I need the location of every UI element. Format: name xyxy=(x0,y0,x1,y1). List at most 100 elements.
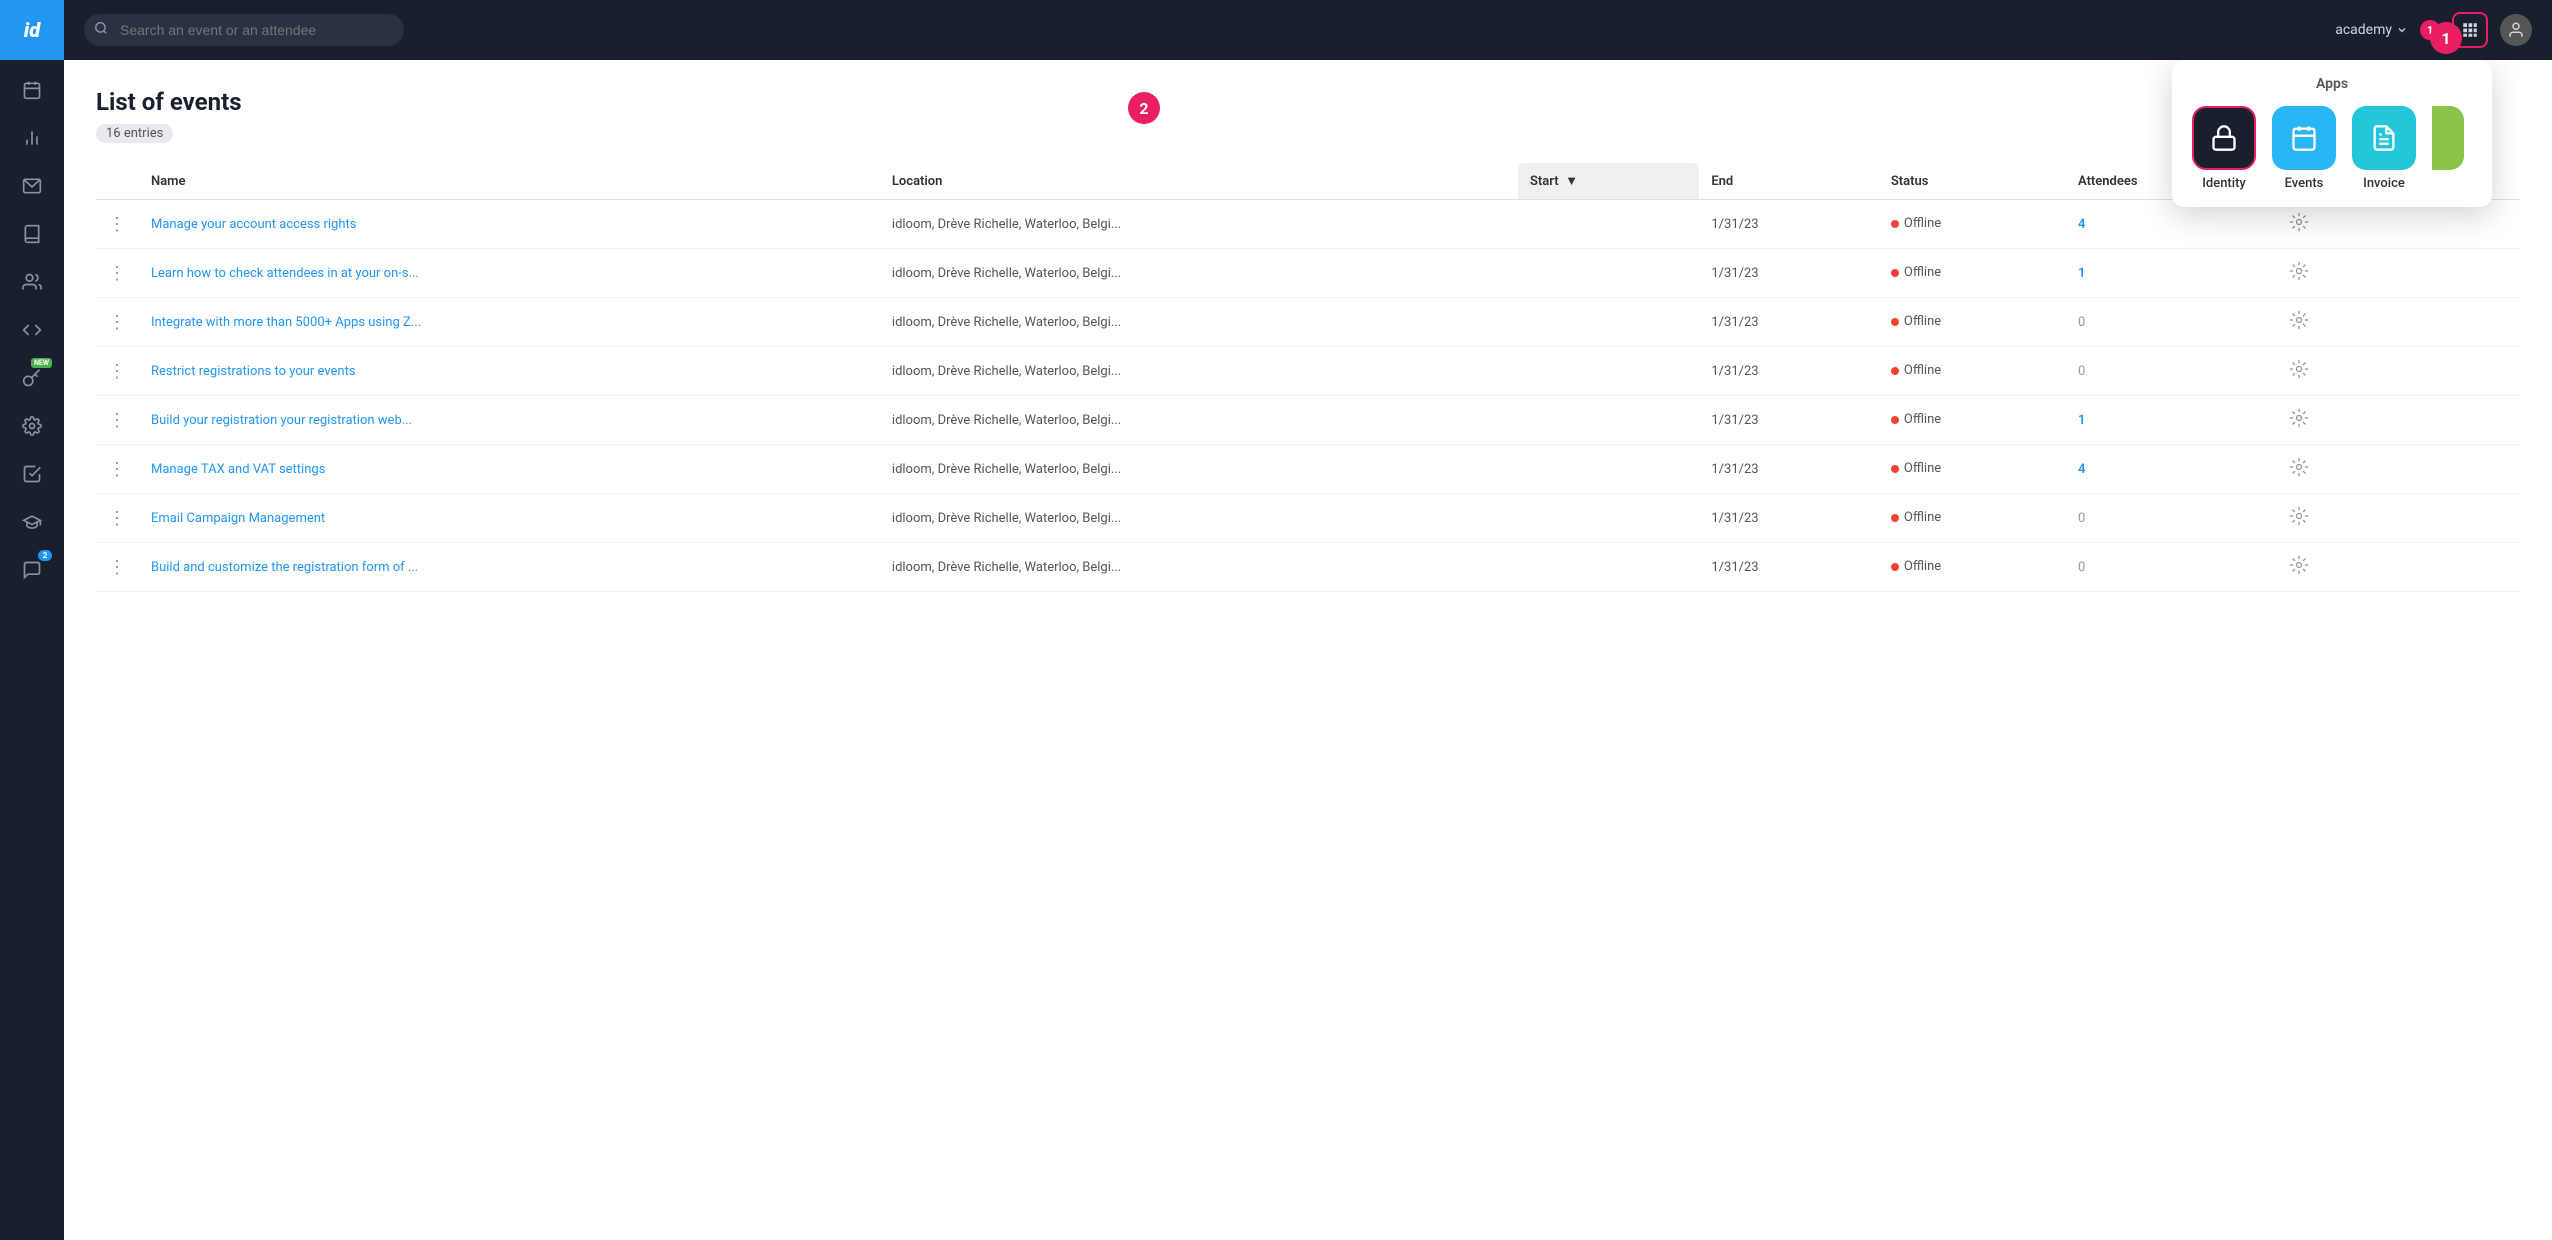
row-name-7[interactable]: Build and customize the registration for… xyxy=(139,543,880,592)
status-dot-3 xyxy=(1891,367,1899,375)
sidebar-item-graduate[interactable] xyxy=(10,500,54,544)
row-menu-7[interactable]: ⋮ xyxy=(96,543,139,592)
table-row: ⋮ Manage your account access rights idlo… xyxy=(96,200,2520,249)
page-title: List of events xyxy=(96,88,2520,116)
invoice-app-label: Invoice xyxy=(2363,176,2405,191)
status-dot-4 xyxy=(1891,416,1899,424)
status-dot-0 xyxy=(1891,220,1899,228)
sidebar-item-book[interactable] xyxy=(10,212,54,256)
sidebar-item-chat[interactable]: 2 xyxy=(10,548,54,592)
row-status-7: Offline xyxy=(1879,543,2066,592)
sidebar-item-key[interactable]: NEW xyxy=(10,356,54,400)
user-avatar[interactable] xyxy=(2500,14,2532,46)
row-status-0: Offline xyxy=(1879,200,2066,249)
sidebar-item-check[interactable] xyxy=(10,452,54,496)
sidebar-item-users[interactable] xyxy=(10,260,54,304)
row-menu-2[interactable]: ⋮ xyxy=(96,298,139,347)
row-more-6[interactable] xyxy=(2277,494,2520,543)
row-status-6: Offline xyxy=(1879,494,2066,543)
table-row: ⋮ Restrict registrations to your events … xyxy=(96,347,2520,396)
row-end-3: 1/31/23 xyxy=(1699,347,1879,396)
row-attendees-1: 1 xyxy=(2066,249,2277,298)
row-end-2: 1/31/23 xyxy=(1699,298,1879,347)
row-more-1[interactable] xyxy=(2277,249,2520,298)
row-menu-4[interactable]: ⋮ xyxy=(96,396,139,445)
row-name-1[interactable]: Learn how to check attendees in at your … xyxy=(139,249,880,298)
row-attendees-7: 0 xyxy=(2066,543,2277,592)
row-menu-1[interactable]: ⋮ xyxy=(96,249,139,298)
table-row: ⋮ Integrate with more than 5000+ Apps us… xyxy=(96,298,2520,347)
table-row: ⋮ Email Campaign Management idloom, Drèv… xyxy=(96,494,2520,543)
row-start-0 xyxy=(1518,200,1699,249)
sidebar: id NEW xyxy=(0,0,64,1240)
status-dot-2 xyxy=(1891,318,1899,326)
row-more-4[interactable] xyxy=(2277,396,2520,445)
row-more-7[interactable] xyxy=(2277,543,2520,592)
col-end: End xyxy=(1699,163,1879,200)
row-more-5[interactable] xyxy=(2277,445,2520,494)
app-item-invoice[interactable]: Invoice xyxy=(2352,106,2416,191)
account-selector[interactable]: academy xyxy=(2335,22,2408,38)
row-name-6[interactable]: Email Campaign Management xyxy=(139,494,880,543)
sidebar-item-calendar[interactable] xyxy=(10,68,54,112)
row-location-7: idloom, Drève Richelle, Waterloo, Belgi.… xyxy=(880,543,1518,592)
row-end-1: 1/31/23 xyxy=(1699,249,1879,298)
sidebar-item-settings[interactable] xyxy=(10,404,54,448)
events-table: Name Location Start ▼ End Status Attende… xyxy=(96,163,2520,592)
row-end-0: 1/31/23 xyxy=(1699,200,1879,249)
table-row: ⋮ Manage TAX and VAT settings idloom, Dr… xyxy=(96,445,2520,494)
row-name-0[interactable]: Manage your account access rights xyxy=(139,200,880,249)
chat-badge: 2 xyxy=(38,550,52,561)
row-location-0: idloom, Drève Richelle, Waterloo, Belgi.… xyxy=(880,200,1518,249)
table-row: ⋮ Build and customize the registration f… xyxy=(96,543,2520,592)
status-label-7: Offline xyxy=(1904,559,1941,574)
row-status-5: Offline xyxy=(1879,445,2066,494)
entries-badge: 16 entries xyxy=(96,124,173,143)
app-item-events[interactable]: Events xyxy=(2272,106,2336,191)
app-item-identity[interactable]: Identity xyxy=(2192,106,2256,191)
status-dot-7 xyxy=(1891,563,1899,571)
row-status-2: Offline xyxy=(1879,298,2066,347)
app-logo[interactable]: id xyxy=(0,0,64,60)
row-menu-6[interactable]: ⋮ xyxy=(96,494,139,543)
row-end-6: 1/31/23 xyxy=(1699,494,1879,543)
col-location: Location xyxy=(880,163,1518,200)
row-start-4 xyxy=(1518,396,1699,445)
col-start[interactable]: Start ▼ xyxy=(1518,163,1699,200)
new-badge: NEW xyxy=(31,358,52,368)
invoice-app-icon xyxy=(2352,106,2416,170)
status-label-3: Offline xyxy=(1904,363,1941,378)
row-more-3[interactable] xyxy=(2277,347,2520,396)
identity-app-icon xyxy=(2192,106,2256,170)
sidebar-item-email[interactable] xyxy=(10,164,54,208)
status-label-6: Offline xyxy=(1904,510,1941,525)
row-location-6: idloom, Drève Richelle, Waterloo, Belgi.… xyxy=(880,494,1518,543)
sidebar-item-code[interactable] xyxy=(10,308,54,352)
row-start-5 xyxy=(1518,445,1699,494)
row-name-2[interactable]: Integrate with more than 5000+ Apps usin… xyxy=(139,298,880,347)
table-row: ⋮ Build your registration your registrat… xyxy=(96,396,2520,445)
sidebar-item-charts[interactable] xyxy=(10,116,54,160)
row-name-4[interactable]: Build your registration your registratio… xyxy=(139,396,880,445)
search-input[interactable] xyxy=(84,14,404,46)
status-dot-6 xyxy=(1891,514,1899,522)
app-item-partial[interactable] xyxy=(2432,106,2464,170)
step-1-badge: 1 xyxy=(2430,22,2462,54)
apps-popup-title: Apps xyxy=(2192,76,2472,92)
row-location-1: idloom, Drève Richelle, Waterloo, Belgi.… xyxy=(880,249,1518,298)
search-icon xyxy=(94,21,108,39)
status-dot-5 xyxy=(1891,465,1899,473)
apps-popup: Apps Identity Events Invoice xyxy=(2172,60,2492,207)
row-attendees-5: 4 xyxy=(2066,445,2277,494)
row-location-5: idloom, Drève Richelle, Waterloo, Belgi.… xyxy=(880,445,1518,494)
status-label-5: Offline xyxy=(1904,461,1941,476)
row-menu-5[interactable]: ⋮ xyxy=(96,445,139,494)
account-name: academy xyxy=(2335,22,2392,38)
row-name-3[interactable]: Restrict registrations to your events xyxy=(139,347,880,396)
row-name-5[interactable]: Manage TAX and VAT settings xyxy=(139,445,880,494)
row-more-2[interactable] xyxy=(2277,298,2520,347)
row-menu-0[interactable]: ⋮ xyxy=(96,200,139,249)
status-label-1: Offline xyxy=(1904,265,1941,280)
row-menu-3[interactable]: ⋮ xyxy=(96,347,139,396)
row-status-3: Offline xyxy=(1879,347,2066,396)
